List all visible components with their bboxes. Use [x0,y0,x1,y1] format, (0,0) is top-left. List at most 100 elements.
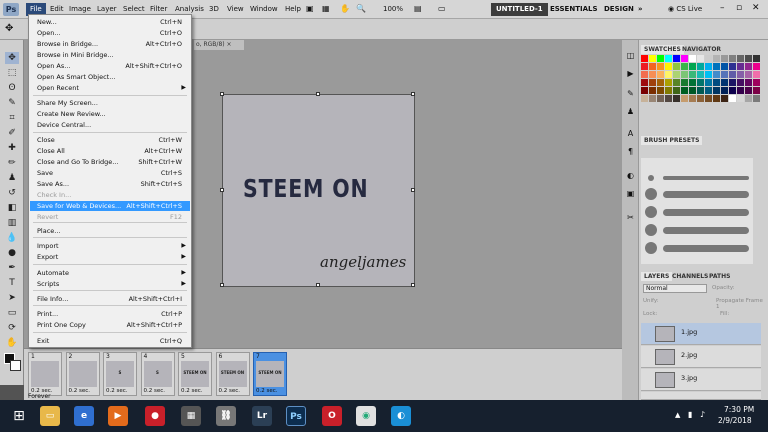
color-swatch[interactable] [729,79,736,86]
color-swatch[interactable] [705,95,712,102]
color-swatch[interactable] [697,95,704,102]
color-swatch[interactable] [721,71,728,78]
color-swatch[interactable] [673,71,680,78]
color-swatch[interactable] [689,87,696,94]
file-menu-item[interactable]: Export ▶ [30,252,190,262]
file-menu-item[interactable]: Open As... Alt+Shift+Ctrl+O [30,61,190,71]
volume-tray-icon[interactable]: ♪ [700,410,705,419]
color-swatch[interactable] [673,55,680,62]
tab-swatches[interactable]: SWATCHES [641,45,684,54]
color-swatch[interactable] [713,79,720,86]
workspace-essentials[interactable]: ESSENTIALS [545,3,603,16]
healing-tool-icon[interactable]: ✚ [5,142,19,154]
app-window-icon[interactable]: ▦ [181,406,201,426]
frame-delay[interactable]: 0.2 sec. [106,388,128,394]
brush-panel-icon[interactable]: ✎ [625,88,636,99]
color-swatch[interactable] [657,87,664,94]
file-menu-item[interactable]: Open As Smart Object... [30,72,190,82]
network-tray-icon[interactable]: ▮ [688,410,692,419]
color-swatch[interactable] [737,79,744,86]
layer-row[interactable]: 1.jpg [641,323,761,345]
blur-tool-icon[interactable]: 💧 [5,232,19,244]
color-swatch[interactable] [649,87,656,94]
file-menu-item[interactable]: Print... Ctrl+P [30,309,190,319]
color-swatch[interactable] [705,87,712,94]
hand-tool-icon[interactable]: ✋ [5,337,19,349]
document-tab[interactable]: o, RGB/8) × [194,40,244,50]
color-swatch[interactable] [641,55,648,62]
color-swatch[interactable] [745,63,752,70]
color-swatch[interactable] [689,71,696,78]
color-swatch[interactable] [713,63,720,70]
network-app-icon[interactable]: ⛓ [216,406,236,426]
zoom-level[interactable]: 100% [383,5,403,13]
color-swatch[interactable] [681,79,688,86]
record-icon[interactable]: ● [145,406,165,426]
tab-brush-presets[interactable]: BRUSH PRESETS [641,136,703,145]
menu-view[interactable]: View [223,3,248,16]
color-swatch[interactable] [729,87,736,94]
color-swatch[interactable] [681,55,688,62]
animation-frame[interactable]: 5 STEEM ON 0.2 sec. [178,352,212,396]
tab-navigator[interactable]: NAVIGATOR [679,45,724,54]
transform-handle[interactable] [316,283,320,287]
layer-row[interactable]: 3.jpg [641,369,761,391]
color-swatch[interactable] [753,71,760,78]
color-swatch[interactable] [681,87,688,94]
dodge-tool-icon[interactable]: ● [5,247,19,259]
chrome-icon[interactable]: ◉ [356,406,376,426]
color-swatch[interactable] [665,63,672,70]
stamp-tool-icon[interactable]: ♟ [5,172,19,184]
frame-delay[interactable]: 0.2 sec. [144,388,166,394]
opera-icon[interactable]: O [322,406,342,426]
tab-layers[interactable]: LAYERS [641,272,673,281]
brush-presets-list[interactable] [641,158,753,264]
file-menu-item[interactable]: Save As... Shift+Ctrl+S [30,179,190,189]
clock-date[interactable]: 2/9/2018 [718,416,752,425]
color-swatch[interactable] [721,63,728,70]
file-explorer-icon[interactable]: ▭ [40,406,60,426]
file-menu-item[interactable]: Open Recent ▶ [30,83,190,93]
propagate-frame-label[interactable]: Propagate Frame 1 [716,298,768,310]
path-select-tool-icon[interactable]: ➤ [5,292,19,304]
blend-mode-select[interactable]: Normal [643,284,707,293]
color-swatch[interactable] [737,63,744,70]
color-swatch[interactable] [745,87,752,94]
file-menu-item[interactable]: Import ▶ [30,241,190,251]
color-swatch[interactable] [721,55,728,62]
file-menu-item[interactable]: Save Ctrl+S [30,168,190,178]
color-swatch[interactable] [745,71,752,78]
tab-channels[interactable]: CHANNELS [669,272,711,281]
3d-rotate-tool-icon[interactable]: ⟳ [5,322,19,334]
color-swatch[interactable] [753,79,760,86]
brush-tool-icon[interactable]: ✏ [5,157,19,169]
file-menu-item[interactable]: Place... [30,226,190,236]
photoshop-taskbar-icon[interactable]: Ps [286,406,306,426]
color-swatch[interactable] [673,63,680,70]
animation-frame[interactable]: 3 S 0.2 sec. [103,352,137,396]
file-menu-item[interactable]: Close All Alt+Ctrl+W [30,146,190,156]
transform-handle[interactable] [411,92,415,96]
mini-bridge-icon[interactable]: ▦ [322,4,330,13]
file-menu-item[interactable]: Exit Ctrl+Q [30,336,190,346]
color-swatch[interactable] [641,63,648,70]
color-swatch[interactable] [737,55,744,62]
gradient-tool-icon[interactable]: ▥ [5,217,19,229]
media-player-icon[interactable]: ▶ [108,406,128,426]
transform-handle[interactable] [220,283,224,287]
color-swatch[interactable] [673,95,680,102]
app-circle-icon[interactable]: ◐ [391,406,411,426]
file-menu-item[interactable]: Open... Ctrl+O [30,28,190,38]
shape-tool-icon[interactable]: ▭ [5,307,19,319]
file-menu-item[interactable]: Print One Copy Alt+Shift+Ctrl+P [30,320,190,330]
arrange-icon[interactable]: ▤ [414,4,422,13]
tray-arrow-icon[interactable]: ▲ [675,411,680,419]
windows-start-icon[interactable]: ⊞ [8,405,30,427]
character-panel-icon[interactable]: A [625,128,636,139]
file-menu-item[interactable]: Browse in Mini Bridge... [30,50,190,60]
color-swatch[interactable] [705,55,712,62]
color-swatch[interactable] [745,55,752,62]
clone-source-icon[interactable]: ♟ [625,106,636,117]
zoom-icon[interactable]: 🔍 [356,4,366,13]
color-swatch[interactable] [689,95,696,102]
